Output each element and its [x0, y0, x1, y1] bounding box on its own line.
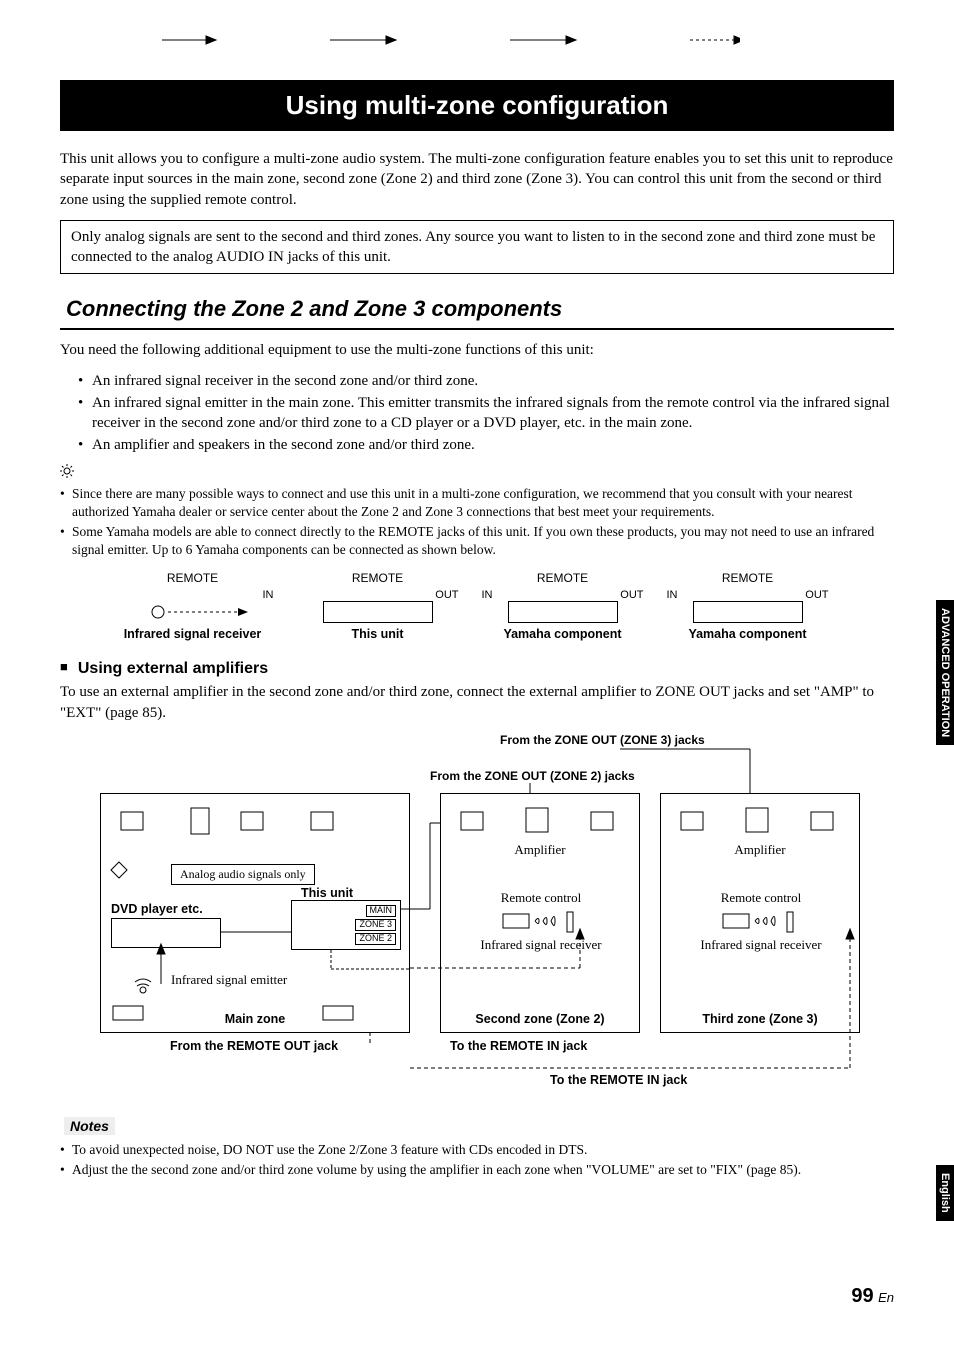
tab-english: English: [936, 1165, 954, 1221]
analog-label: Analog audio signals only: [171, 864, 315, 885]
ir-receiver-label: Infrared signal receiver: [691, 938, 831, 952]
from-remote-out-label: From the REMOTE OUT jack: [170, 1039, 338, 1053]
this-unit-box: MAIN ZONE 3 ZONE 2: [291, 900, 401, 950]
notes-bullets: To avoid unexpected noise, DO NOT use th…: [60, 1141, 894, 1179]
intro-text: This unit allows you to configure a mult…: [60, 149, 894, 210]
in-label: IN: [263, 589, 274, 601]
zone2-label-title: Second zone (Zone 2): [441, 1012, 639, 1026]
ir-receiver-label: Infrared signal receiver: [471, 938, 611, 952]
diagram-caption: Infrared signal receiver: [108, 627, 278, 641]
unit-box: [323, 601, 433, 623]
remote-label: REMOTE: [293, 571, 463, 585]
side-tabs: ADVANCED OPERATION English: [936, 600, 954, 1221]
tip-bullets: Since there are many possible ways to co…: [60, 485, 894, 560]
remote-control-label: Remote control: [471, 890, 611, 906]
remote-control-label: Remote control: [691, 890, 831, 906]
square-bullet-icon: ■: [60, 659, 68, 674]
main-label: MAIN: [366, 905, 397, 917]
to-remote-in-label-2: To the REMOTE IN jack: [550, 1073, 687, 1087]
list-item: An infrared signal emitter in the main z…: [78, 393, 894, 434]
zone3-box: Amplifier Remote control Infrared signal…: [660, 793, 860, 1033]
need-text: You need the following additional equipm…: [60, 340, 894, 360]
sub-text: To use an external amplifier in the seco…: [60, 682, 894, 723]
remote-label: REMOTE: [478, 571, 648, 585]
diagram-caption: This unit: [293, 627, 463, 641]
zone-diagram: From the ZONE OUT (ZONE 3) jacks From th…: [60, 733, 894, 1093]
page-num-value: 99: [851, 1285, 873, 1307]
page-num-suffix: En: [878, 1290, 894, 1305]
tab-advanced-operation: ADVANCED OPERATION: [936, 600, 954, 745]
boxed-note: Only analog signals are sent to the seco…: [60, 220, 894, 275]
component-box: [693, 601, 803, 623]
in-label: IN: [482, 589, 493, 601]
sub-heading-text: Using external amplifiers: [78, 660, 268, 677]
list-item: To avoid unexpected noise, DO NOT use th…: [60, 1141, 894, 1159]
amplifier-label: Amplifier: [661, 842, 859, 858]
dvd-box: [111, 918, 221, 948]
zone2-label: ZONE 2: [355, 933, 396, 945]
remote-label: REMOTE: [108, 571, 278, 585]
main-zone-label: Main zone: [101, 1012, 409, 1026]
section-heading: Connecting the Zone 2 and Zone 3 compone…: [60, 292, 894, 330]
component-box: [508, 601, 618, 623]
amplifier-label: Amplifier: [441, 842, 639, 858]
tip-icon: [60, 464, 894, 483]
zone3-label-title: Third zone (Zone 3): [661, 1012, 859, 1026]
sub-heading: ■ Using external amplifiers: [60, 659, 894, 678]
zone3-jacks-label: From the ZONE OUT (ZONE 3) jacks: [500, 733, 705, 747]
zone2-box: Amplifier Remote control Infrared signal…: [440, 793, 640, 1033]
page-title: Using multi-zone configuration: [60, 80, 894, 131]
list-item: Adjust the the second zone and/or third …: [60, 1161, 894, 1179]
zone3-label: ZONE 3: [355, 919, 396, 931]
out-label: OUT: [620, 589, 643, 601]
in-label: IN: [667, 589, 678, 601]
list-item: Some Yamaha models are able to connect d…: [60, 523, 894, 559]
list-item: Since there are many possible ways to co…: [60, 485, 894, 521]
zone2-jacks-label: From the ZONE OUT (ZONE 2) jacks: [430, 769, 635, 783]
main-zone-box: Analog audio signals only This unit MAIN…: [100, 793, 410, 1033]
to-remote-in-label: To the REMOTE IN jack: [450, 1039, 587, 1053]
diagram-caption: Yamaha component: [663, 627, 833, 641]
diagram-caption: Yamaha component: [478, 627, 648, 641]
this-unit-label: This unit: [301, 886, 353, 900]
notes-label: Notes: [64, 1117, 115, 1135]
need-bullets: An infrared signal receiver in the secon…: [60, 371, 894, 456]
dvd-label: DVD player etc.: [111, 902, 203, 916]
remote-label: REMOTE: [663, 571, 833, 585]
list-item: An amplifier and speakers in the second …: [78, 435, 894, 455]
list-item: An infrared signal receiver in the secon…: [78, 371, 894, 391]
out-label: OUT: [435, 589, 458, 601]
ir-emitter-label: Infrared signal emitter: [171, 972, 287, 988]
page-number: 99 En: [851, 1285, 894, 1308]
out-label: OUT: [805, 589, 828, 601]
remote-chain-diagram: REMOTE IN Infrared signal receiver REMOT…: [100, 571, 840, 641]
